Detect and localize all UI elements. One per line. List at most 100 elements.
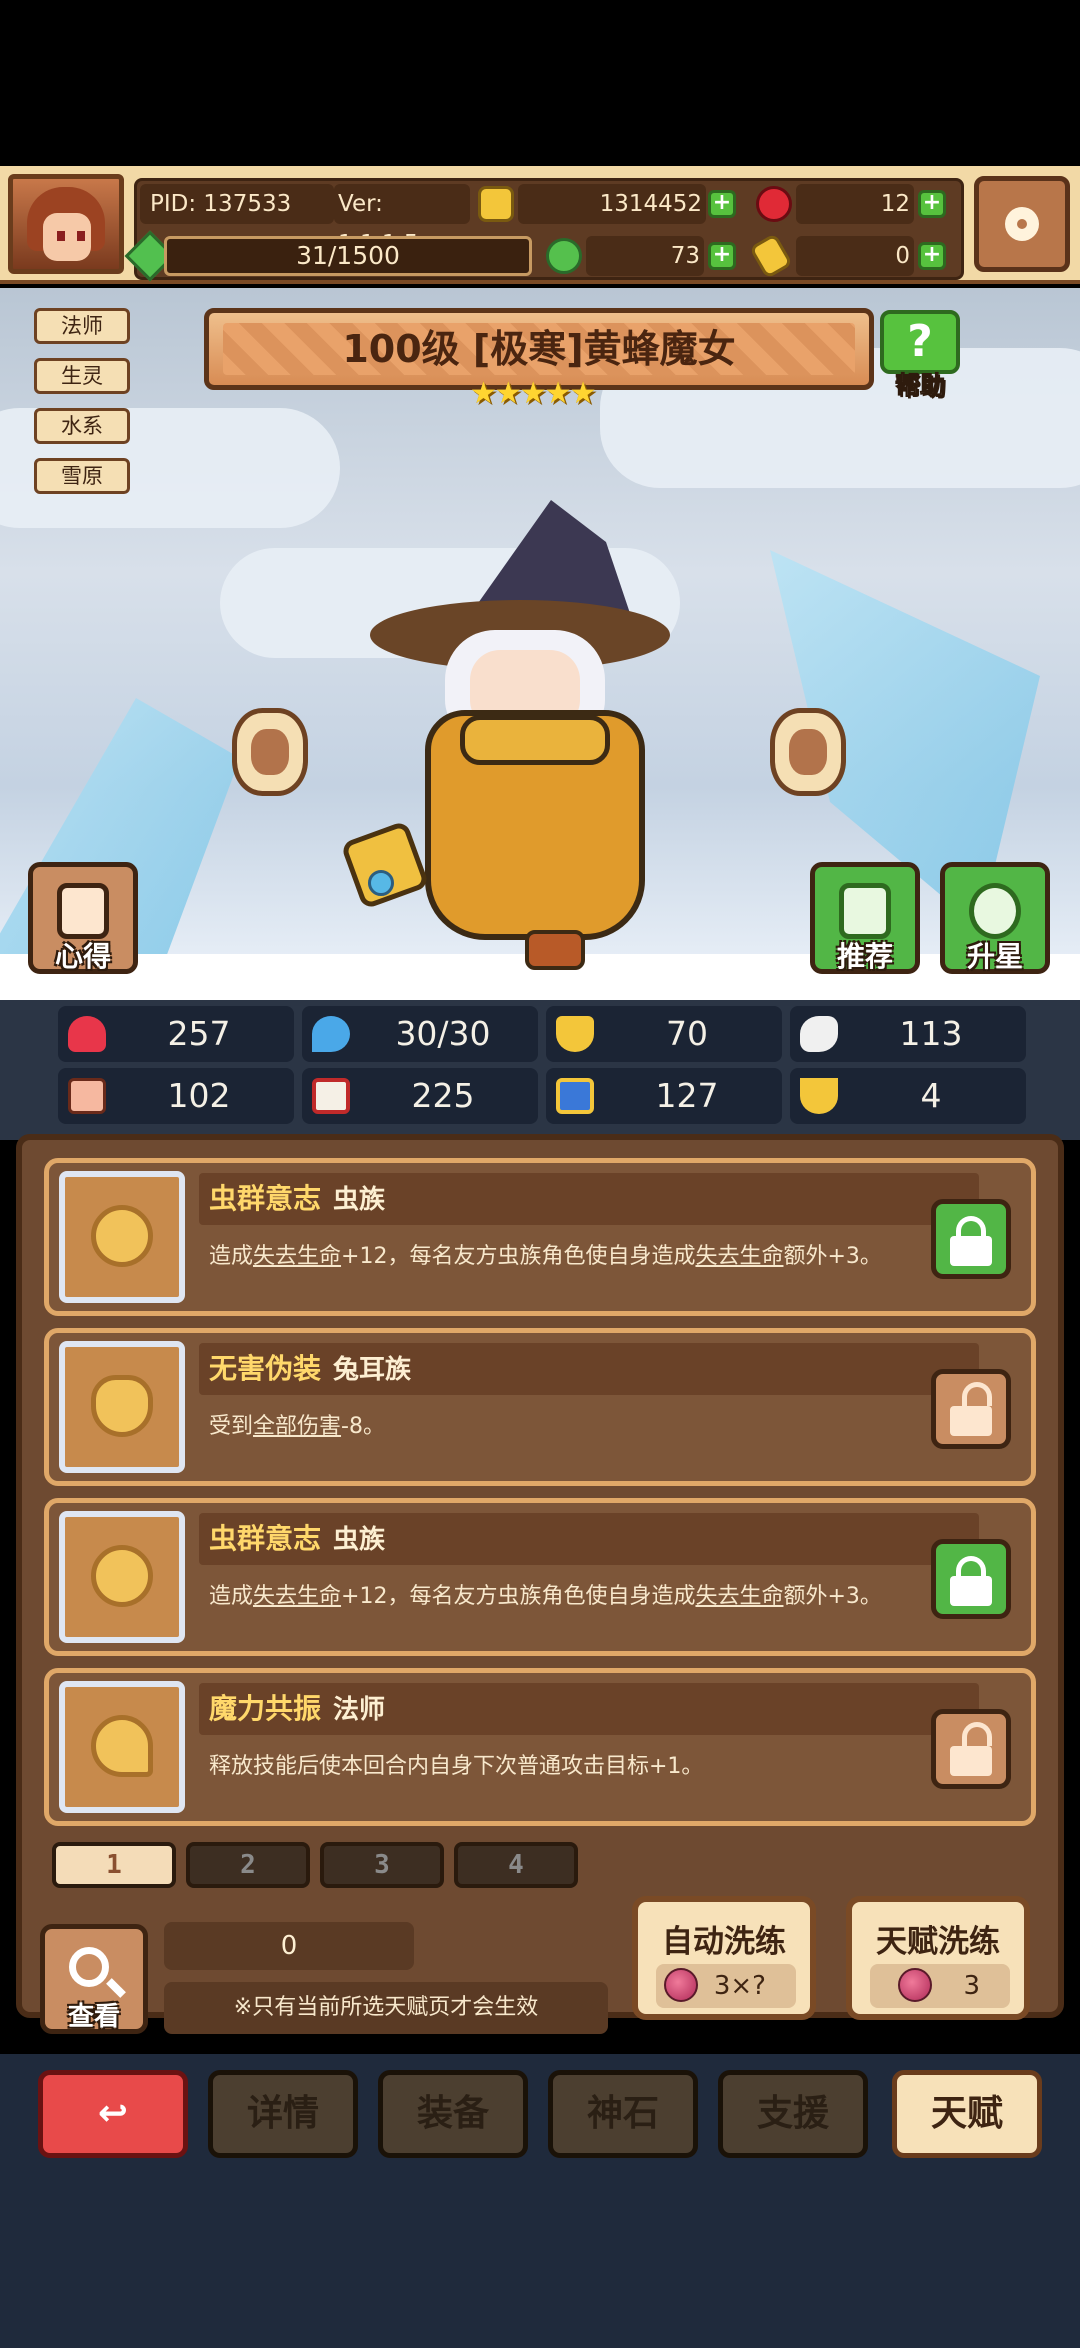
talent-card[interactable]: 虫群意志 虫族 造成失去生命+12，每名友方虫族角色使自身造成失去生命额外+3。 bbox=[44, 1158, 1036, 1316]
version-label: Ver: 1.1.1.5 bbox=[334, 184, 470, 257]
talent-card[interactable]: 无害伪装 兔耳族 受到全部伤害-8。 bbox=[44, 1328, 1036, 1486]
star-icon bbox=[969, 883, 1021, 939]
stat-mana: 30/30 bbox=[302, 1006, 538, 1062]
clover-icon bbox=[546, 238, 582, 274]
peach-icon bbox=[664, 1968, 698, 2002]
nav-details[interactable]: 详情 bbox=[208, 2070, 358, 2158]
wing-icon bbox=[800, 1016, 838, 1052]
peach-counter: 0 bbox=[164, 1922, 414, 1970]
key-amount: 0 bbox=[796, 236, 914, 276]
talent-refine-button[interactable]: 天赋洗练 3 bbox=[846, 1896, 1030, 2020]
left-medallion-icon[interactable] bbox=[232, 708, 308, 796]
stat-attack: 102 bbox=[58, 1068, 294, 1124]
nav-talent[interactable]: 天赋 bbox=[892, 2070, 1042, 2158]
back-button[interactable]: ↩ bbox=[38, 2070, 188, 2158]
gold-coin-icon bbox=[478, 186, 514, 222]
talent-type: 虫族 bbox=[333, 1525, 386, 1555]
pid-label: PID: 137533 bbox=[140, 184, 334, 224]
page-tab-2[interactable]: 2 bbox=[186, 1842, 310, 1888]
help-button[interactable]: ? 帮助 bbox=[880, 310, 960, 401]
talent-refine-cost: 3 bbox=[963, 1971, 980, 2001]
notes-button[interactable]: 心得 bbox=[28, 862, 138, 974]
unlock-icon bbox=[950, 1746, 992, 1776]
talent-icon-box bbox=[59, 1511, 185, 1643]
bug-icon bbox=[91, 1545, 153, 1607]
horseshoe-icon bbox=[800, 1078, 838, 1114]
lock-toggle[interactable] bbox=[931, 1199, 1011, 1279]
unlock-icon bbox=[950, 1406, 992, 1436]
skill-book-icon bbox=[556, 1078, 594, 1114]
talent-description: 造成失去生命+12，每名友方虫族角色使自身造成失去生命额外+3。 bbox=[209, 1244, 882, 1269]
lock-toggle[interactable] bbox=[931, 1539, 1011, 1619]
talent-type: 虫族 bbox=[333, 1185, 386, 1215]
stat-speed: 113 bbox=[790, 1006, 1026, 1062]
page-tab-1[interactable]: 1 bbox=[52, 1842, 176, 1888]
add-gold-button[interactable]: + bbox=[708, 190, 736, 218]
xp-bar: 31/1500 bbox=[164, 236, 532, 276]
lock-toggle[interactable] bbox=[931, 1369, 1011, 1449]
tag-habitat: 雪原 bbox=[34, 458, 130, 494]
player-avatar[interactable] bbox=[8, 174, 124, 274]
talent-card[interactable]: 魔力共振 法师 释放技能后使本回合内自身下次普通攻击目标+1。 bbox=[44, 1668, 1036, 1826]
right-medallion-icon[interactable] bbox=[770, 708, 846, 796]
talent-name: 无害伪装 bbox=[209, 1352, 322, 1385]
heart-icon bbox=[68, 1016, 106, 1052]
nav-divine-stone[interactable]: 神石 bbox=[548, 2070, 698, 2158]
fist-icon bbox=[68, 1078, 106, 1114]
auto-refine-button[interactable]: 自动洗练 3×? bbox=[632, 1896, 816, 2020]
view-button[interactable]: 查看 bbox=[40, 1924, 148, 2034]
star-up-button[interactable]: 升星 bbox=[940, 862, 1050, 974]
talent-type: 法师 bbox=[333, 1695, 386, 1725]
lock-icon bbox=[950, 1236, 992, 1266]
lock-toggle[interactable] bbox=[931, 1709, 1011, 1789]
spellbook-icon bbox=[312, 1078, 350, 1114]
stat-magic: 225 bbox=[302, 1068, 538, 1124]
bug-icon bbox=[91, 1205, 153, 1267]
talent-name: 虫群意志 bbox=[209, 1182, 322, 1215]
add-key-button[interactable]: + bbox=[918, 242, 946, 270]
thumbs-up-icon bbox=[839, 883, 891, 939]
scroll-icon bbox=[57, 883, 109, 939]
nav-support[interactable]: 支援 bbox=[718, 2070, 868, 2158]
return-arrow-icon: ↩ bbox=[97, 2093, 129, 2134]
talent-name: 魔力共振 bbox=[209, 1692, 322, 1725]
stat-hp: 257 bbox=[58, 1006, 294, 1062]
page-tab-3[interactable]: 3 bbox=[320, 1842, 444, 1888]
water-drop-icon bbox=[312, 1016, 350, 1052]
clover-amount: 73 bbox=[586, 236, 704, 276]
talent-icon-box bbox=[59, 1341, 185, 1473]
recommend-button[interactable]: 推荐 bbox=[810, 862, 920, 974]
tag-race: 生灵 bbox=[34, 358, 130, 394]
talent-description: 受到全部伤害-8。 bbox=[209, 1414, 385, 1439]
red-gem-icon bbox=[756, 186, 792, 222]
add-gem-button[interactable]: + bbox=[918, 190, 946, 218]
settings-button[interactable] bbox=[974, 176, 1070, 272]
talent-description: 释放技能后使本回合内自身下次普通攻击目标+1。 bbox=[209, 1754, 704, 1779]
page-notice: ※只有当前所选天赋页才会生效 bbox=[164, 1982, 608, 2034]
hero-name: 100级 [极寒]黄蜂魔女 bbox=[342, 327, 736, 371]
nav-equipment[interactable]: 装备 bbox=[378, 2070, 528, 2158]
lock-icon bbox=[950, 1576, 992, 1606]
rabbit-icon bbox=[91, 1375, 153, 1437]
talent-card[interactable]: 虫群意志 虫族 造成失去生命+12，每名友方虫族角色使自身造成失去生命额外+3。 bbox=[44, 1498, 1036, 1656]
talent-description: 造成失去生命+12，每名友方虫族角色使自身造成失去生命额外+3。 bbox=[209, 1584, 882, 1609]
page-tab-4[interactable]: 4 bbox=[454, 1842, 578, 1888]
talent-icon-box bbox=[59, 1681, 185, 1813]
talent-icon-box bbox=[59, 1171, 185, 1303]
help-label: 帮助 bbox=[894, 371, 945, 401]
magic-staff-icon bbox=[91, 1715, 153, 1777]
game-screen: PID: 137533 Ver: 1.1.1.5 1314452 + 12 + … bbox=[0, 0, 1080, 2348]
shield-icon bbox=[556, 1016, 594, 1052]
tag-class: 法师 bbox=[34, 308, 130, 344]
hero-sprite bbox=[330, 500, 730, 980]
peach-icon bbox=[898, 1968, 932, 2002]
magnifier-icon bbox=[69, 1947, 109, 1987]
stat-armor: 70 bbox=[546, 1006, 782, 1062]
gear-icon bbox=[1005, 207, 1039, 241]
add-clover-button[interactable]: + bbox=[708, 242, 736, 270]
stat-luck: 4 bbox=[790, 1068, 1026, 1124]
red-gem-amount: 12 bbox=[796, 184, 914, 224]
talent-name: 虫群意志 bbox=[209, 1522, 322, 1555]
tag-element: 水系 bbox=[34, 408, 130, 444]
talent-type: 兔耳族 bbox=[333, 1355, 412, 1385]
